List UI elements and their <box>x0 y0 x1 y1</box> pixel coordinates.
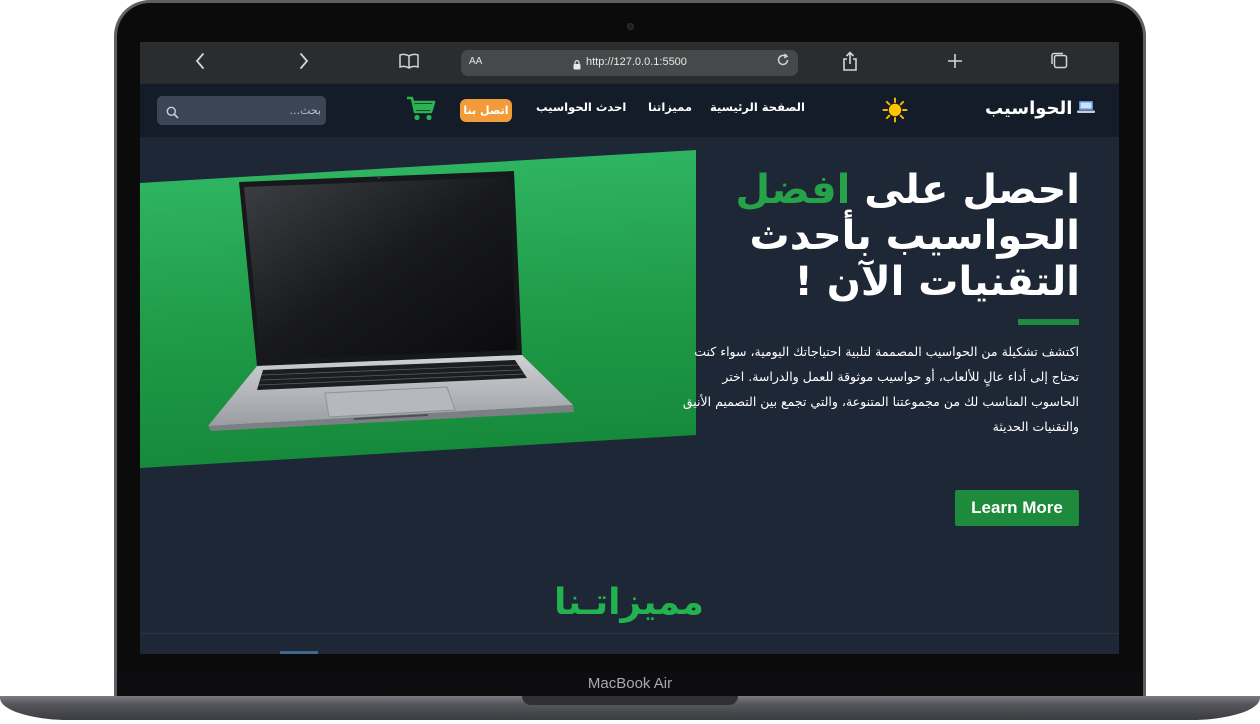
laptop-icon <box>1077 98 1096 119</box>
features-section-title: مميزاتـنا <box>554 582 704 623</box>
device-model-label: MacBook Air <box>587 675 673 692</box>
search-bar <box>157 96 326 125</box>
share-icon[interactable] <box>838 51 862 73</box>
site-header: اتصل بنا احدث الحواسيب مميزاتنا الصفحة ا… <box>140 84 1119 137</box>
address-bar[interactable]: AA http://127.0.0.1:5500 <box>461 50 798 76</box>
lock-icon <box>573 57 581 75</box>
laptop-product-image <box>202 169 580 435</box>
title-underline <box>1018 319 1079 325</box>
learn-more-button[interactable]: Learn More <box>955 490 1079 526</box>
chevron-right-icon[interactable] <box>292 51 316 73</box>
plus-icon[interactable] <box>943 51 967 73</box>
section-divider <box>140 633 1119 634</box>
nav-home[interactable]: الصفحة الرئيسية <box>710 100 805 114</box>
sun-icon[interactable] <box>882 97 908 127</box>
feature-card-peek <box>280 651 318 654</box>
search-input[interactable] <box>183 96 321 125</box>
shopping-cart-icon[interactable] <box>406 95 436 127</box>
hero-title-part1: احصل على <box>850 167 1080 213</box>
hero-title: احصل على افضل الحواسيب بأحدث التقنيات ال… <box>700 167 1080 305</box>
hero-title-highlight: افضل <box>735 167 851 213</box>
hero-description: اكتشف تشكيلة من الحواسيب المصممة لتلبية … <box>682 344 1079 434</box>
nav-latest-computers[interactable]: احدث الحواسيب <box>536 100 626 114</box>
chevron-left-icon[interactable] <box>188 51 212 73</box>
nav-features[interactable]: مميزاتنا <box>648 100 692 114</box>
tabs-icon[interactable] <box>1047 51 1071 73</box>
brand-logo[interactable]: الحواسيب <box>985 98 1096 119</box>
contact-us-button[interactable]: اتصل بنا <box>460 99 512 122</box>
hero-title-part2: الحواسيب بأحدث التقنيات الآن ! <box>749 213 1080 305</box>
text-size-button[interactable]: AA <box>469 56 482 67</box>
browser-toolbar: AA http://127.0.0.1:5500 <box>140 42 1119 83</box>
search-icon[interactable] <box>166 104 179 123</box>
webcam <box>627 23 634 30</box>
book-icon[interactable] <box>397 51 421 73</box>
screen: AA http://127.0.0.1:5500 بحث... اتصل بنا… <box>140 42 1119 654</box>
url-text[interactable]: http://127.0.0.1:5500 <box>586 56 687 68</box>
laptop-notch <box>522 696 738 705</box>
brand-name: الحواسيب <box>985 98 1073 119</box>
reload-icon[interactable] <box>776 53 790 71</box>
